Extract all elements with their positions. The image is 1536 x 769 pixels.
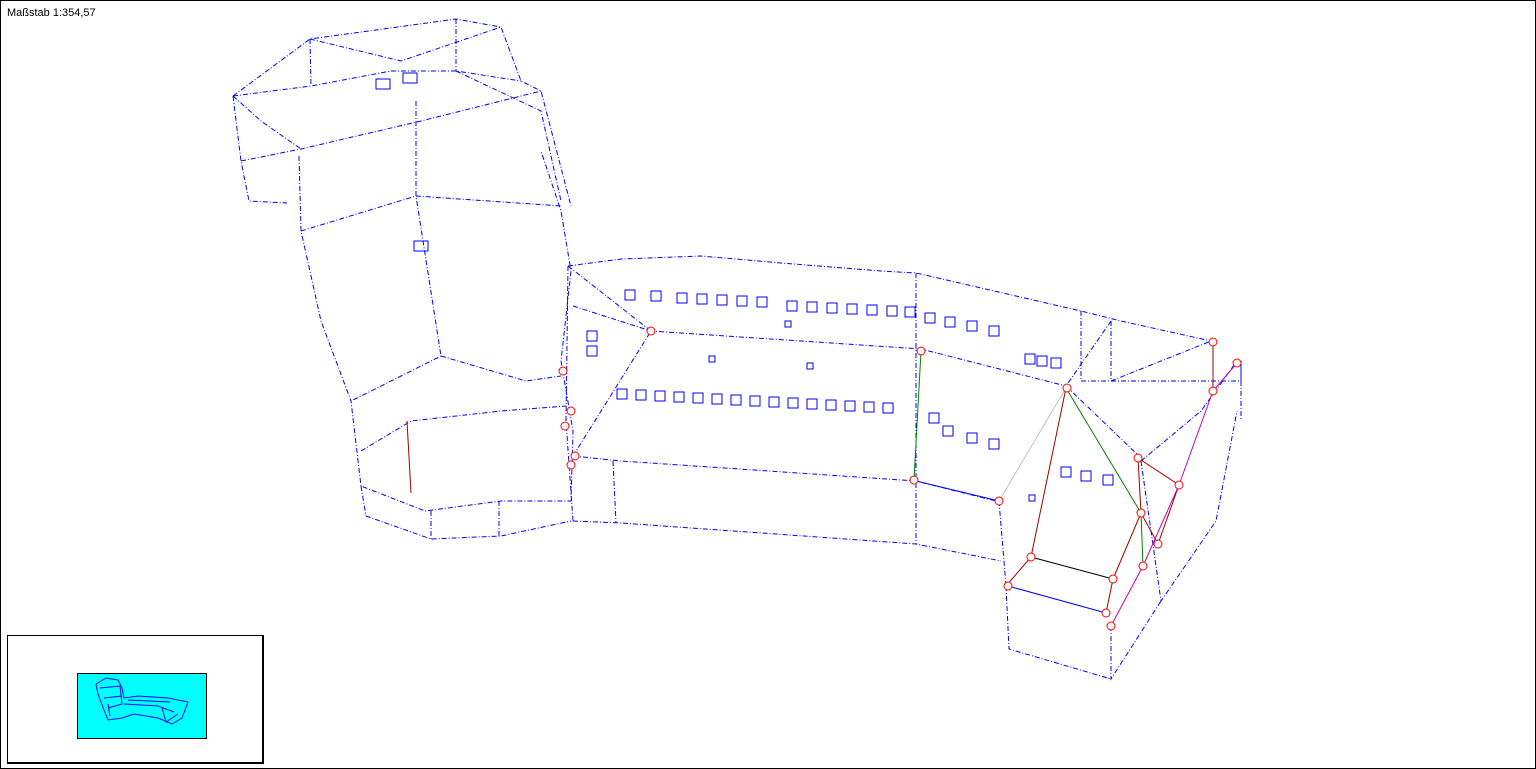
overview-thumbnail <box>95 677 189 725</box>
windows-lower <box>616 388 1114 486</box>
overview-navigator[interactable] <box>7 635 264 764</box>
windows <box>586 289 1062 502</box>
overview-view-frame[interactable] <box>77 673 207 739</box>
central-wing <box>565 255 1242 603</box>
tower-body <box>298 101 574 540</box>
tower-roof <box>232 18 572 207</box>
cad-viewport[interactable]: Maßstab 1:354,57 <box>0 0 1536 769</box>
right-wing <box>915 320 1242 681</box>
